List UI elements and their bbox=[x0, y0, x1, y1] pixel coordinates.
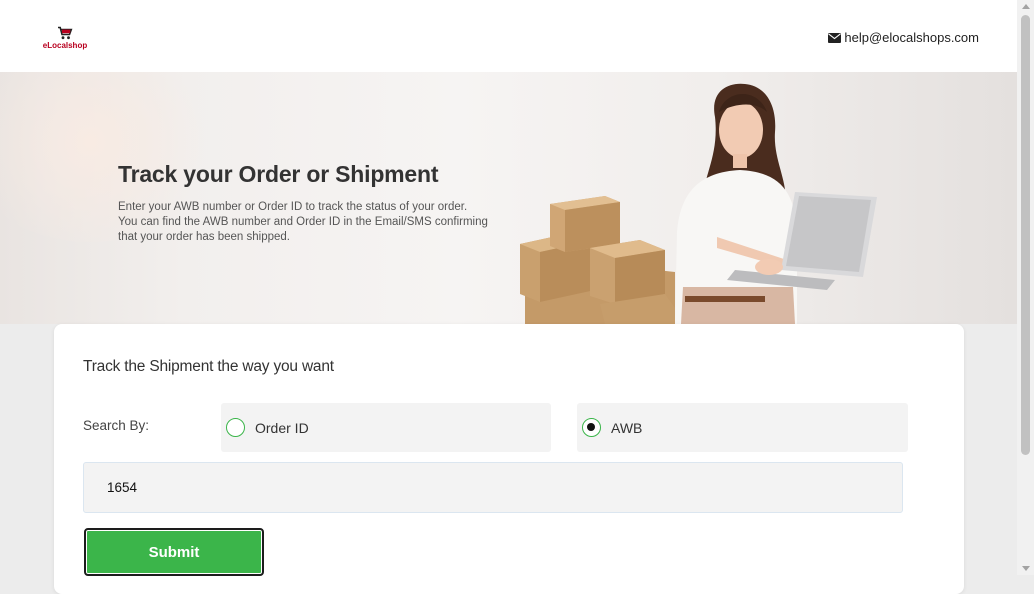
tracking-number-input[interactable] bbox=[83, 462, 903, 513]
contact-email-link[interactable]: help@elocalshops.com bbox=[828, 30, 979, 45]
contact-email-text: help@elocalshops.com bbox=[844, 30, 979, 45]
cardboard-boxes-illustration bbox=[520, 196, 675, 324]
woman-with-laptop-illustration bbox=[675, 83, 877, 324]
hero-banner: Track your Order or Shipment Enter your … bbox=[0, 72, 1017, 324]
search-option-order-id[interactable]: Order ID bbox=[221, 403, 551, 452]
hero-description-line: that your order has been shipped. bbox=[118, 231, 290, 243]
order-id-label: Order ID bbox=[255, 419, 309, 436]
hero-illustration bbox=[520, 83, 877, 324]
submit-button[interactable]: Submit bbox=[84, 528, 264, 576]
vertical-scrollbar[interactable] bbox=[1017, 0, 1034, 575]
envelope-icon bbox=[828, 32, 842, 43]
search-by-label: Search By: bbox=[83, 418, 150, 433]
cart-icon bbox=[58, 26, 73, 40]
search-option-awb[interactable]: AWB bbox=[577, 403, 908, 452]
site-header: eLocalshop help@elocalshops.com bbox=[0, 0, 1017, 72]
hero-description: Enter your AWB number or Order ID to tra… bbox=[118, 200, 518, 245]
tracking-card: Track the Shipment the way you want Sear… bbox=[54, 324, 964, 594]
hero-title: Track your Order or Shipment bbox=[118, 161, 439, 187]
card-title: Track the Shipment the way you want bbox=[83, 358, 334, 375]
awb-radio[interactable] bbox=[582, 418, 601, 437]
awb-label: AWB bbox=[611, 419, 643, 436]
logo-text: eLocalshop bbox=[42, 41, 88, 50]
hero-description-line: You can find the AWB number and Order ID… bbox=[118, 216, 488, 228]
order-id-radio[interactable] bbox=[226, 418, 245, 437]
scroll-down-arrow-icon[interactable] bbox=[1022, 566, 1030, 571]
hero-description-line: Enter your AWB number or Order ID to tra… bbox=[118, 201, 468, 213]
scrollbar-thumb[interactable] bbox=[1021, 15, 1030, 455]
logo[interactable]: eLocalshop bbox=[40, 26, 90, 50]
scroll-up-arrow-icon[interactable] bbox=[1022, 4, 1030, 9]
